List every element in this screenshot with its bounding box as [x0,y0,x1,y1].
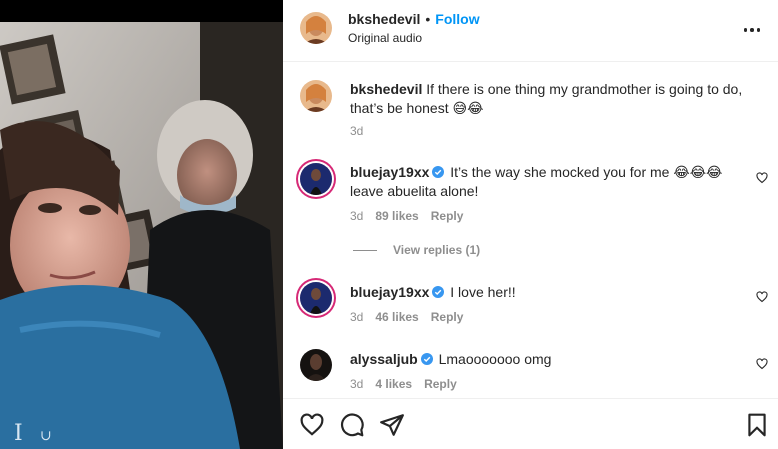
replies-divider-line [353,249,377,251]
share-icon[interactable] [379,412,405,438]
commenter-avatar[interactable] [300,349,332,381]
follow-button[interactable]: Follow [435,11,479,27]
comment-likes[interactable]: 4 likes [375,377,412,391]
audio-label[interactable]: Original audio [348,31,422,45]
verified-badge-icon [432,166,445,178]
caption-time[interactable]: 3d [350,124,363,138]
separator-dot: • [425,11,431,27]
comment-text-block: bluejay19xx It’s the way she mocked you … [350,163,750,201]
heart-icon[interactable] [299,412,325,438]
verified-badge-icon [432,286,445,298]
comment-text: I love her!! [450,284,516,300]
svg-text:∪: ∪ [40,428,52,444]
author-avatar[interactable] [300,12,332,44]
comment-text: Lmaooooooo omg [438,351,552,367]
comment-time[interactable]: 3d [350,377,363,391]
verified-badge-icon [420,353,433,365]
comment-likes[interactable]: 89 likes [375,209,418,223]
video-frame: I ∪ [0,0,283,449]
comment-username[interactable]: bluejay19xx [350,284,429,300]
caption-avatar[interactable] [300,80,332,112]
comment-username[interactable]: bluejay19xx [350,164,429,180]
post-panel: bkshedevil • Follow Original audio bkshede… [283,0,778,449]
commenter-avatar[interactable] [300,163,332,195]
comment-time[interactable]: 3d [350,310,363,324]
more-horizontal-icon[interactable] [740,18,764,42]
comment-text-block: bluejay19xx I love her!! [350,283,750,302]
reply-button[interactable]: Reply [424,377,457,391]
svg-text:I: I [14,421,23,446]
author-username[interactable]: bkshedevil [348,11,420,27]
comment-meta: 3d 4 likes Reply [350,377,457,391]
comment-username[interactable]: alyssaljub [350,351,418,367]
like-comment-heart-icon[interactable] [756,358,768,370]
media-top-bar [0,0,283,22]
like-comment-heart-icon[interactable] [756,291,768,303]
caption-username[interactable]: bkshedevil [350,81,422,97]
caption-meta: 3d [350,124,363,138]
commenter-avatar[interactable] [300,282,332,314]
reply-button[interactable]: Reply [431,310,464,324]
comment-icon[interactable] [339,412,365,438]
action-bar [283,398,778,449]
view-replies-button[interactable]: View replies (1) [353,243,480,257]
comment-text-block: alyssaljub Lmaooooooo omg [350,350,750,369]
post-media[interactable]: I ∪ [0,0,283,449]
comment-time[interactable]: 3d [350,209,363,223]
post-header: bkshedevil • Follow Original audio [283,0,778,62]
like-comment-heart-icon[interactable] [756,172,768,184]
comment-meta: 3d 46 likes Reply [350,310,463,324]
comment-meta: 3d 89 likes Reply [350,209,463,223]
comment-likes[interactable]: 46 likes [375,310,418,324]
view-replies-label: View replies (1) [393,243,481,257]
reply-button[interactable]: Reply [431,209,464,223]
caption-text-block: bkshedevil If there is one thing my gran… [350,80,750,118]
bookmark-icon[interactable] [744,412,770,438]
